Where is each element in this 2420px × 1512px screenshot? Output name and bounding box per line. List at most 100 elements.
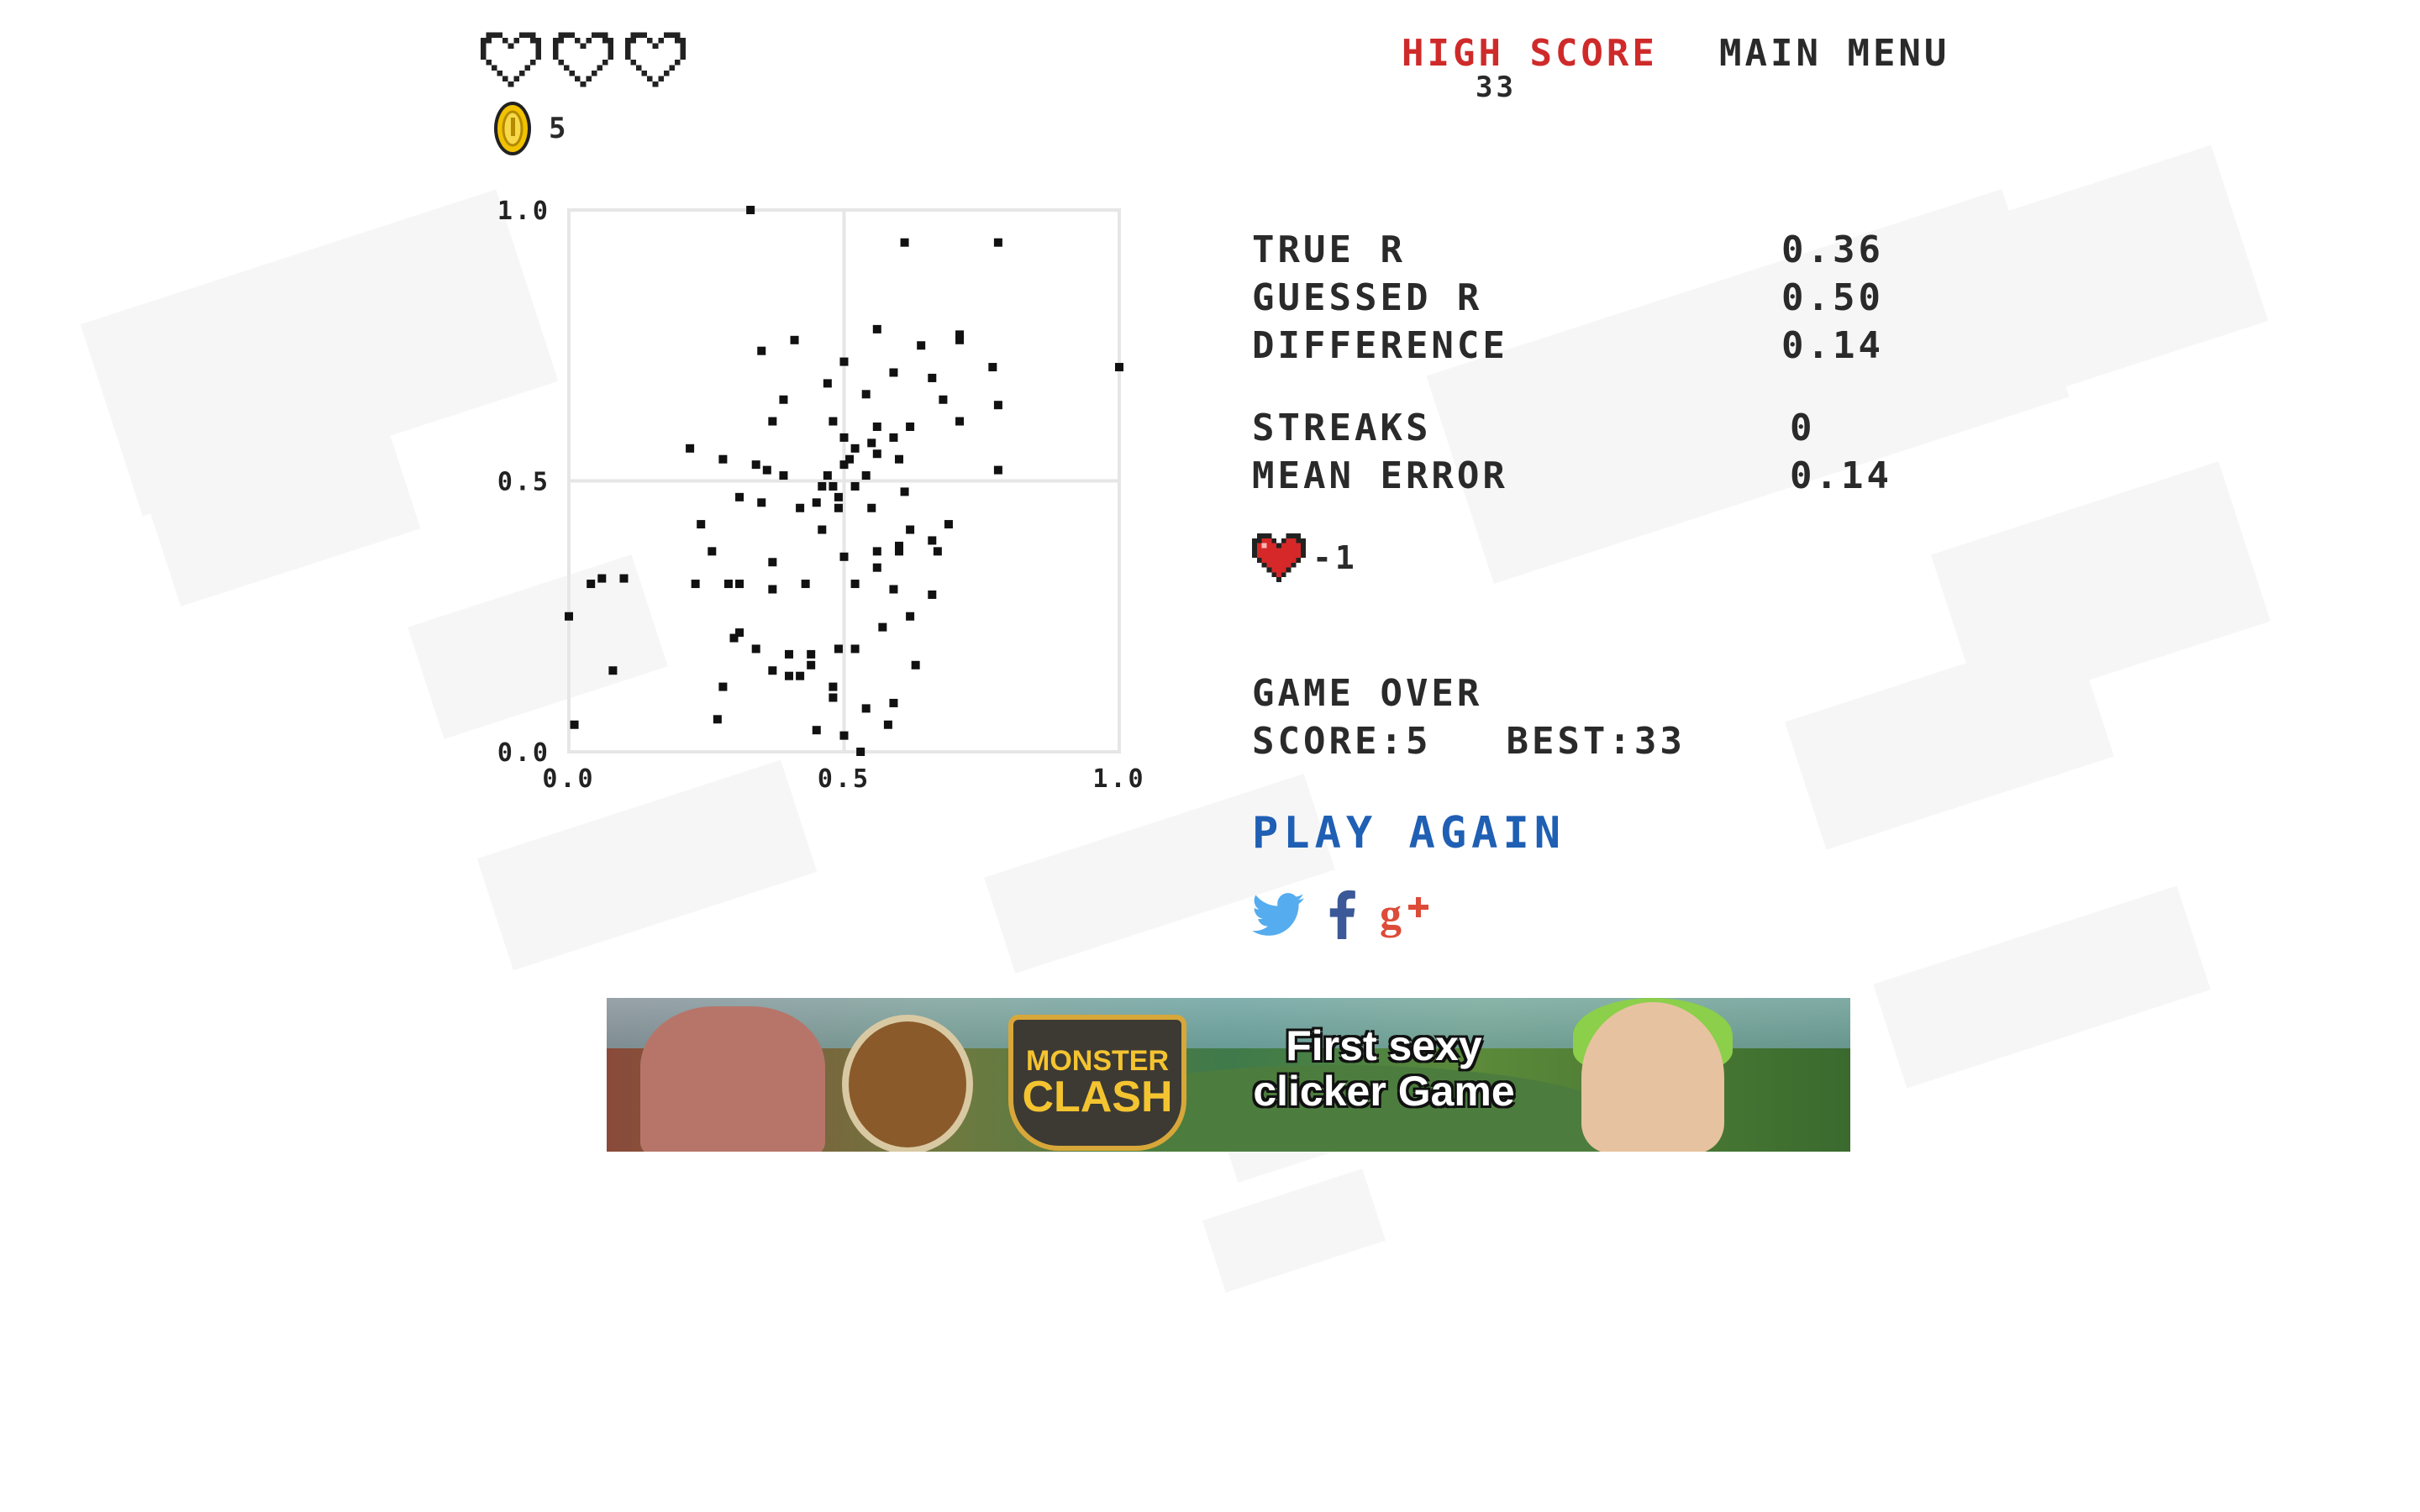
scatter-point <box>768 558 777 567</box>
ad-logo-bottom: CLASH <box>1022 1073 1173 1121</box>
scatter-point <box>889 698 898 707</box>
main-menu-button[interactable]: MAIN MENU <box>1719 32 1949 75</box>
scatter-point <box>785 649 793 659</box>
game-over-title: GAME OVER <box>1252 672 1483 715</box>
background-shape <box>1873 885 2211 1089</box>
streaks-value: 0 <box>1790 407 1816 449</box>
scatter-point <box>708 547 717 556</box>
difference-value: 0.14 <box>1781 324 1884 367</box>
scatter-point <box>796 503 805 512</box>
scatter-point <box>906 423 915 431</box>
scatter-point <box>911 660 920 669</box>
scatter-point <box>895 547 903 556</box>
scatter-point <box>895 454 903 464</box>
heart-icon <box>1252 533 1306 582</box>
scatter-point <box>850 644 860 654</box>
scatter-point <box>993 238 1002 247</box>
scatter-point <box>751 644 760 654</box>
heart-outline-icon <box>625 32 686 87</box>
scatter-point <box>779 395 788 404</box>
scatter-point <box>757 498 766 507</box>
scatter-point <box>834 644 843 654</box>
scatter-point <box>686 444 695 453</box>
scatter-point <box>818 481 827 491</box>
scatter-point <box>988 363 997 372</box>
high-score-label: HIGH SCORE <box>1402 32 1658 75</box>
ad-warrior-figure <box>640 1006 825 1152</box>
scatter-point <box>768 666 777 675</box>
ad-shield-figure <box>842 1015 973 1152</box>
scatter-point <box>906 525 915 534</box>
scatter-point <box>867 438 876 448</box>
scatter-point <box>872 449 881 459</box>
scatter-point <box>872 324 881 333</box>
scatter-point <box>944 520 953 529</box>
scatter-point <box>790 335 799 344</box>
social-share-bar: g <box>1252 890 1430 939</box>
scatter-point <box>735 628 744 638</box>
difference-label: DIFFERENCE <box>1252 324 1508 367</box>
scatter-point <box>713 715 722 724</box>
scatter-point <box>861 471 871 480</box>
scatter-point <box>955 417 965 426</box>
coin-count: 5 <box>549 112 570 145</box>
facebook-icon[interactable] <box>1328 890 1356 939</box>
scatter-point <box>900 487 909 496</box>
scatter-point <box>718 682 728 691</box>
google-plus-icon[interactable]: g <box>1380 891 1430 938</box>
scatter-point <box>818 525 827 534</box>
scatter-point <box>785 671 793 680</box>
ad-tagline: First sexy clicker Game <box>1253 1022 1515 1115</box>
lives-indicator <box>481 32 686 87</box>
scatter-point <box>608 666 618 675</box>
mean-error-label: MEAN ERROR <box>1252 454 1508 497</box>
best-label: BEST: <box>1506 720 1634 763</box>
true-r-label: TRUE R <box>1252 228 1406 271</box>
scatter-point <box>768 417 777 426</box>
scatter-point <box>889 433 898 442</box>
scatter-point <box>933 547 942 556</box>
svg-text:g: g <box>1380 891 1402 938</box>
background-shape <box>1202 1168 1386 1293</box>
scatter-point <box>823 471 832 480</box>
true-r-value: 0.36 <box>1781 228 1884 271</box>
scatter-point <box>757 346 766 355</box>
y-tick-label: 1.0 <box>497 197 550 226</box>
scatter-point <box>883 720 892 729</box>
scatter-point <box>861 704 871 713</box>
scatter-point <box>834 492 843 501</box>
scatter-point <box>796 671 805 680</box>
y-tick-label: 0.5 <box>497 468 550 497</box>
guessed-r-value: 0.50 <box>1781 276 1884 319</box>
coin-icon <box>494 102 531 155</box>
scatter-chart: 0.0 0.5 1.0 0.0 0.5 1.0 <box>497 197 1144 794</box>
heart-outline-icon <box>553 32 613 87</box>
life-change-text: -1 <box>1313 539 1358 576</box>
scatter-point <box>856 748 865 756</box>
scatter-point <box>839 731 849 740</box>
ad-logo: MONSTER CLASH <box>1008 1015 1186 1151</box>
scatter-point <box>839 460 849 470</box>
scatter-point <box>697 520 706 529</box>
y-tick-label: 0.0 <box>497 738 550 768</box>
scatter-point <box>746 206 755 214</box>
scatter-point <box>928 590 937 599</box>
ad-banner[interactable]: MONSTER CLASH First sexy clicker Game <box>607 998 1850 1152</box>
scatter-point <box>691 580 700 589</box>
twitter-icon[interactable] <box>1252 893 1304 937</box>
scatter-point <box>1115 363 1123 372</box>
scatter-point <box>812 726 821 735</box>
background-shape <box>1785 628 2114 850</box>
scatter-point <box>829 417 838 426</box>
scatter-point <box>807 649 816 659</box>
scatter-point <box>993 401 1002 410</box>
high-score-value: 33 <box>1476 71 1517 104</box>
scatter-point <box>872 547 881 556</box>
ad-logo-top: MONSTER <box>1026 1045 1169 1077</box>
play-again-button[interactable]: PLAY AGAIN <box>1252 808 1565 858</box>
scatter-point <box>850 481 860 491</box>
scatter-point <box>839 357 849 366</box>
scatter-point <box>872 423 881 431</box>
scatter-point <box>878 622 887 632</box>
scatter-point <box>723 580 733 589</box>
